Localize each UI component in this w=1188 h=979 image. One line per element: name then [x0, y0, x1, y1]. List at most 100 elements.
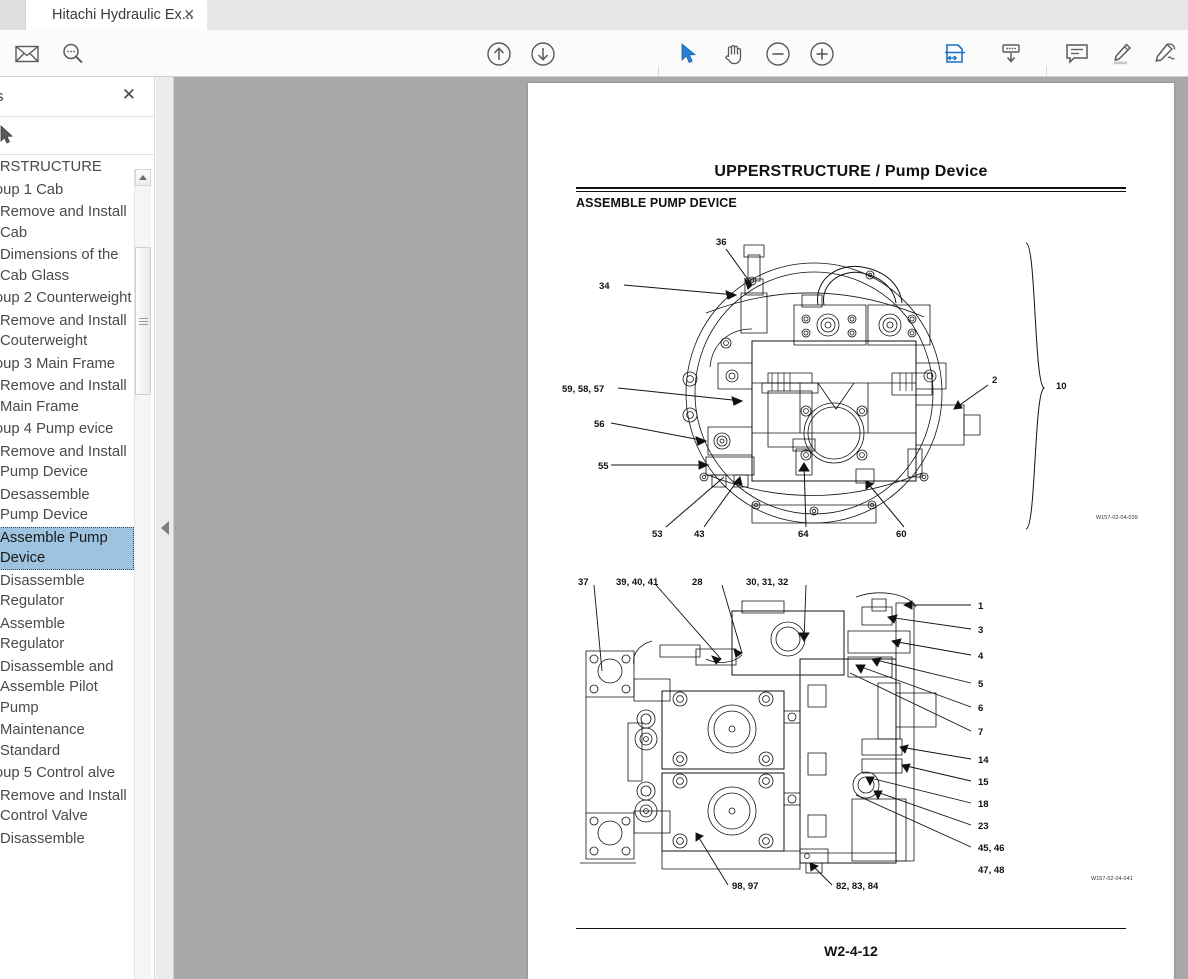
sidebar-item-7[interactable]: Remove and Install Main Frame — [0, 375, 134, 418]
page-title: UPPERSTRUCTURE / Pump Device — [714, 163, 988, 180]
sidebar-item-label: roup 5 Control alve — [0, 765, 116, 781]
bookmarks-sidebar: s ✕ ERSTRUCTURE roup 1 Cab Remove and Inst… — [0, 77, 155, 979]
section-heading: ASSEMBLE PUMP DEVICE — [576, 196, 737, 210]
browser-tab-active[interactable]: Hitachi Hydraulic Ex... ✕ — [26, 0, 207, 30]
cursor-select-tool-icon[interactable] — [676, 41, 702, 67]
svg-text:2: 2 — [992, 375, 997, 386]
svg-text:47, 48: 47, 48 — [978, 865, 1004, 876]
sidebar-item-label: Dimensions of the Cab Glass — [0, 247, 119, 284]
sidebar-item-label: ERSTRUCTURE — [0, 159, 102, 175]
sidebar-item-label: Disassemble and Assemble Pilot Pump — [0, 658, 114, 716]
sidebar-item-label: Disassemble Regulator — [0, 572, 85, 610]
sidebar-item-9[interactable]: Remove and Install Pump Device — [0, 441, 134, 484]
browser-tab-bar: Hitachi Hydraulic Ex... ✕ — [0, 0, 1188, 30]
svg-text:1: 1 — [978, 601, 984, 612]
sidebar-item-18[interactable]: Disassemble — [0, 828, 134, 851]
download-icon[interactable] — [998, 41, 1024, 67]
figure1-code: W157-02-04-039 — [1096, 515, 1138, 521]
sidebar-item-13[interactable]: Assemble Regulator — [0, 613, 134, 656]
sidebar-item-2[interactable]: Remove and Install Cab — [0, 201, 134, 244]
svg-text:36: 36 — [716, 237, 727, 248]
svg-text:82, 83, 84: 82, 83, 84 — [836, 881, 879, 892]
figure-pump-device-assembly-side: 37 39, 40, 41 28 30, 31, 32 1 3 4 5 6 7 … — [556, 563, 1156, 903]
draw-signature-icon[interactable] — [1152, 41, 1178, 67]
sidebar-item-1[interactable]: roup 1 Cab — [0, 179, 134, 202]
svg-text:37: 37 — [578, 577, 589, 588]
figure-pump-device-assembly-front: 36 34 59, 58, 57 56 55 53 43 64 60 2 10 … — [556, 233, 1156, 553]
svg-text:53: 53 — [652, 529, 663, 540]
comment-icon[interactable] — [1064, 41, 1090, 67]
svg-text:15: 15 — [978, 777, 989, 788]
pan-hand-tool-icon[interactable] — [721, 41, 747, 67]
pdf-viewer-canvas[interactable]: UPPERSTRUCTURE / Pump Device ASSEMBLE PU… — [174, 77, 1188, 979]
sidebar-header: s ✕ — [0, 77, 154, 117]
fit-page-icon[interactable] — [942, 41, 968, 67]
svg-text:28: 28 — [692, 577, 703, 588]
sidebar-item-11[interactable]: Assemble Pump Device — [0, 526, 134, 570]
tab-title: Hitachi Hydraulic Ex... — [52, 7, 194, 23]
sidebar-item-0[interactable]: ERSTRUCTURE — [0, 156, 134, 179]
bookmark-pointer-icon[interactable] — [0, 124, 16, 148]
previous-page-icon[interactable] — [486, 41, 512, 67]
tab-strip-left-stub — [0, 0, 26, 30]
sidebar-item-label: Assemble Regulator — [0, 615, 65, 653]
pdf-page: UPPERSTRUCTURE / Pump Device ASSEMBLE PU… — [528, 83, 1174, 979]
sidebar-item-label: Remove and Install Control Valve — [0, 787, 127, 825]
chevron-left-icon — [160, 521, 169, 535]
sidebar-item-label: roup 3 Main Frame — [0, 355, 116, 372]
svg-text:55: 55 — [598, 461, 609, 472]
sidebar-item-3[interactable]: Dimensions of the Cab Glass — [0, 244, 134, 287]
sidebar-item-14[interactable]: Disassemble and Assemble Pilot Pump — [0, 656, 134, 720]
sidebar-item-label: Remove and Install Main Frame — [0, 378, 127, 415]
sidebar-item-16[interactable]: roup 5 Control alve — [0, 762, 134, 785]
sidebar-item-label: Disassemble — [0, 830, 85, 847]
scroll-up-arrow-icon[interactable] — [135, 169, 151, 186]
svg-text:60: 60 — [896, 529, 907, 540]
sidebar-item-label: Maintenance Standard — [0, 722, 85, 759]
sidebar-title: s — [0, 88, 4, 105]
svg-text:3: 3 — [978, 625, 983, 636]
svg-text:45, 46: 45, 46 — [978, 843, 1004, 854]
bookmark-list[interactable]: ERSTRUCTURE roup 1 Cab Remove and Install … — [0, 156, 134, 979]
sidebar-item-label: Desassemble Pump Device — [0, 486, 90, 524]
svg-text:39, 40, 41: 39, 40, 41 — [616, 577, 659, 588]
sidebar-item-15[interactable]: Maintenance Standard — [0, 719, 134, 762]
sidebar-item-6[interactable]: roup 3 Main Frame — [0, 353, 134, 376]
sidebar-scrollbar[interactable] — [134, 169, 151, 979]
next-page-icon[interactable] — [530, 41, 556, 67]
svg-text:7: 7 — [978, 727, 983, 738]
sidebar-item-17[interactable]: Remove and Install Control Valve — [0, 785, 134, 828]
sidebar-toolbar — [0, 117, 154, 155]
sidebar-close-icon[interactable]: ✕ — [122, 86, 136, 104]
svg-text:18: 18 — [978, 799, 989, 810]
highlight-icon[interactable] — [1108, 41, 1134, 67]
sidebar-collapse-handle[interactable] — [156, 77, 174, 979]
sidebar-item-label: Remove and Install Pump Device — [0, 443, 127, 481]
zoom-in-icon[interactable] — [809, 41, 835, 67]
zoom-out-icon[interactable] — [765, 41, 791, 67]
svg-text:64: 64 — [798, 529, 809, 540]
svg-text:56: 56 — [594, 419, 605, 430]
sidebar-item-label: Assemble Pump Device — [0, 529, 108, 567]
svg-text:4: 4 — [978, 651, 984, 662]
svg-text:6: 6 — [978, 703, 983, 714]
sidebar-item-12[interactable]: Disassemble Regulator — [0, 570, 134, 613]
sidebar-item-label: roup 1 Cab — [0, 181, 64, 198]
search-magnifier-icon[interactable] — [60, 41, 86, 67]
close-icon[interactable]: ✕ — [183, 6, 195, 22]
sidebar-item-10[interactable]: Desassemble Pump Device — [0, 484, 134, 527]
svg-text:34: 34 — [599, 281, 610, 292]
svg-text:23: 23 — [978, 821, 989, 832]
sidebar-item-4[interactable]: roup 2 Counterweight — [0, 287, 134, 310]
sidebar-item-8[interactable]: roup 4 Pump evice — [0, 418, 134, 441]
sidebar-item-label: Remove and Install Cab — [0, 204, 127, 241]
page-footer: W2-4-12 — [824, 943, 878, 959]
svg-text:30, 31, 32: 30, 31, 32 — [746, 577, 788, 588]
sidebar-item-label: Remove and Install Couterweight — [0, 312, 127, 350]
svg-text:14: 14 — [978, 755, 989, 766]
sidebar-item-5[interactable]: Remove and Install Couterweight — [0, 310, 134, 353]
scrollbar-thumb[interactable] — [135, 247, 151, 395]
envelope-icon[interactable] — [14, 41, 40, 67]
figure2-code: W157-02-04-041 — [1091, 876, 1133, 882]
footer-divider — [576, 928, 1126, 929]
